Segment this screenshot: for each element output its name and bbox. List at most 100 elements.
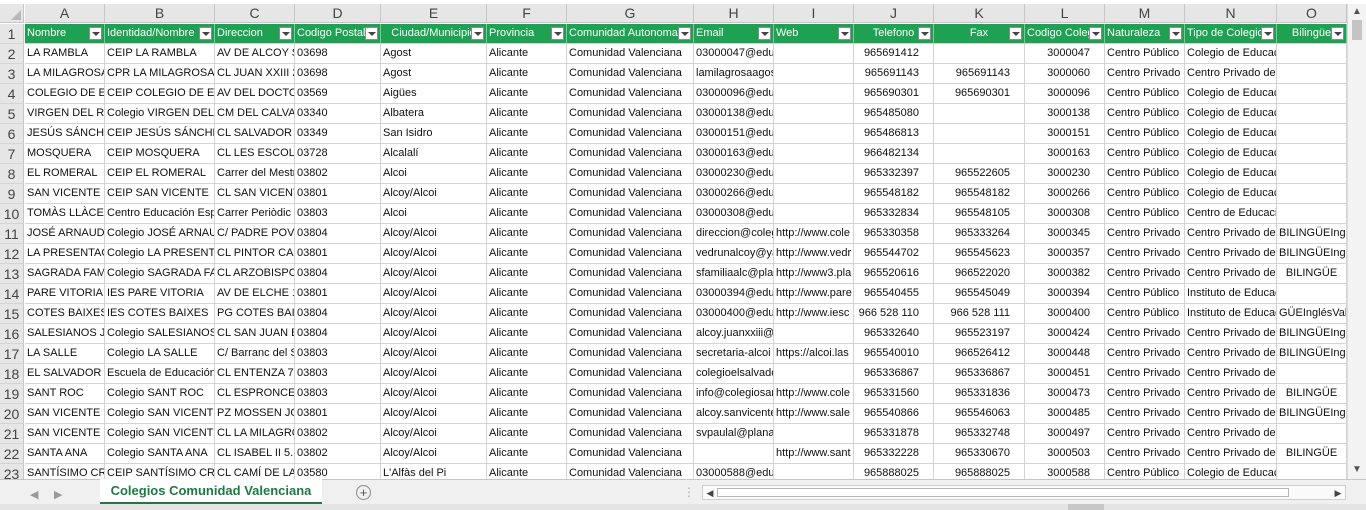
data-cell[interactable]: Colegio SAGRADA FAMILIA <box>105 264 215 284</box>
data-cell[interactable]: 965486813 <box>854 124 934 144</box>
data-cell[interactable] <box>774 424 854 444</box>
data-cell[interactable]: CEIP LA RAMBLA <box>105 44 215 64</box>
data-cell[interactable]: Alicante <box>487 384 567 404</box>
data-cell[interactable]: Centro Privado de Educación <box>1185 324 1277 344</box>
data-cell[interactable]: Alcoy/Alcoi <box>381 224 487 244</box>
data-cell[interactable]: Centro Público <box>1105 44 1185 64</box>
data-cell[interactable]: Centro Privado - Concertado <box>1105 64 1185 84</box>
data-cell[interactable]: SAN VICENTE FERRER <box>25 404 105 424</box>
header-cell[interactable]: Codigo Postal <box>295 24 381 44</box>
data-cell[interactable]: 03000163@edu.gva.es <box>694 144 774 164</box>
data-cell[interactable]: lamilagrosaagost@planalfa.es <box>694 64 774 84</box>
data-cell[interactable]: Comunidad Valenciana <box>567 324 694 344</box>
header-cell[interactable]: Ciudad/Municipio <box>381 24 487 44</box>
data-cell[interactable]: BILINGÜEInglés <box>1277 324 1347 344</box>
data-cell[interactable]: Aigües <box>381 84 487 104</box>
filter-dropdown-icon[interactable] <box>199 27 212 40</box>
data-cell[interactable]: VIRGEN DEL ROSARIO <box>25 104 105 124</box>
data-cell[interactable] <box>934 44 1025 64</box>
data-cell[interactable]: http://www.pare <box>774 284 854 304</box>
data-cell[interactable]: CL ESPRONCEDA 1 <box>215 384 295 404</box>
data-cell[interactable]: alcoy.sanvicente <box>694 404 774 424</box>
data-cell[interactable]: Agost <box>381 64 487 84</box>
data-cell[interactable]: 965332834 <box>854 204 934 224</box>
header-cell[interactable]: Web <box>774 24 854 44</box>
data-cell[interactable]: 3000138 <box>1025 104 1105 124</box>
data-cell[interactable]: 03340 <box>295 104 381 124</box>
row-header-21[interactable]: 21 <box>0 424 24 444</box>
header-cell[interactable]: Direccion <box>215 24 295 44</box>
column-header-l[interactable]: L <box>1025 4 1105 23</box>
data-cell[interactable] <box>1277 284 1347 304</box>
data-cell[interactable]: Colegio de Educación Primaria <box>1185 104 1277 124</box>
data-cell[interactable]: Colegio de Educación Infantil y Primaria <box>1185 124 1277 144</box>
data-cell[interactable]: 3000266 <box>1025 184 1105 204</box>
data-cell[interactable]: EL SALVADOR <box>25 364 105 384</box>
column-header-k[interactable]: K <box>934 4 1025 23</box>
scroll-left-icon[interactable]: ◀ <box>704 487 716 499</box>
data-cell[interactable]: 03698 <box>295 44 381 64</box>
header-cell[interactable]: Identidad/Nombre <box>105 24 215 44</box>
filter-dropdown-icon[interactable] <box>1089 27 1102 40</box>
data-cell[interactable]: 3000394 <box>1025 284 1105 304</box>
data-cell[interactable]: svpaulal@planalfa.es <box>694 424 774 444</box>
data-cell[interactable]: 965523197 <box>934 324 1025 344</box>
data-cell[interactable]: Centro Público <box>1105 184 1185 204</box>
data-cell[interactable]: PG COTES BAIXES <box>215 304 295 324</box>
data-cell[interactable]: Colegio SANTA ANA <box>105 444 215 464</box>
row-header-19[interactable]: 19 <box>0 384 24 404</box>
data-cell[interactable]: Centro Público <box>1105 284 1185 304</box>
data-cell[interactable]: secretaria-alcoi <box>694 344 774 364</box>
header-cell[interactable]: Email <box>694 24 774 44</box>
row-header-7[interactable]: 7 <box>0 144 24 164</box>
data-cell[interactable]: COLEGIO DE EDUCACIÓN <box>25 84 105 104</box>
data-cell[interactable]: Centro Público <box>1105 104 1185 124</box>
data-cell[interactable]: Colegio JOSÉ ARNAUDA <box>105 224 215 244</box>
data-cell[interactable]: 966 528 110 <box>854 304 934 324</box>
data-cell[interactable]: Centro de Educación Especial <box>1185 204 1277 224</box>
data-cell[interactable]: Centro Educación Especial <box>105 204 215 224</box>
row-header-22[interactable]: 22 <box>0 444 24 464</box>
data-cell[interactable]: 03569 <box>295 84 381 104</box>
data-cell[interactable]: PZ MOSSEN JOSEP <box>215 404 295 424</box>
data-cell[interactable]: vedrunalcoy@ya <box>694 244 774 264</box>
filter-dropdown-icon[interactable] <box>551 27 564 40</box>
data-cell[interactable]: 965691412 <box>854 44 934 64</box>
data-cell[interactable]: LA SALLE <box>25 344 105 364</box>
data-cell[interactable]: Alcoy/Alcoi <box>381 404 487 424</box>
data-cell[interactable]: Centro Privado de Educación Infantil <box>1185 364 1277 384</box>
data-cell[interactable]: 03804 <box>295 264 381 284</box>
data-cell[interactable]: Alicante <box>487 424 567 444</box>
data-cell[interactable]: CM DEL CALVARIO <box>215 104 295 124</box>
data-cell[interactable]: Comunidad Valenciana <box>567 224 694 244</box>
data-cell[interactable]: Colegio de Educación Infantil y Primaria <box>1185 44 1277 64</box>
data-cell[interactable]: BILINGÜE <box>1277 384 1347 404</box>
header-cell[interactable]: Tipo de Colegio <box>1185 24 1277 44</box>
data-cell[interactable]: Comunidad Valenciana <box>567 424 694 444</box>
data-cell[interactable]: Centro Público <box>1105 84 1185 104</box>
data-cell[interactable]: 03802 <box>295 164 381 184</box>
filter-dropdown-icon[interactable] <box>1009 27 1022 40</box>
data-cell[interactable] <box>774 204 854 224</box>
data-cell[interactable]: CL LA MILAGROSA <box>215 424 295 444</box>
data-cell[interactable]: 03000096@edu.gva.es <box>694 84 774 104</box>
data-cell[interactable]: Colegio SAN VICENTE FERRER <box>105 404 215 424</box>
data-cell[interactable] <box>1277 104 1347 124</box>
data-cell[interactable]: CL SAN JUAN BOSC <box>215 324 295 344</box>
header-cell[interactable]: Bilingüe <box>1277 24 1347 44</box>
data-cell[interactable]: direccion@colegio <box>694 224 774 244</box>
data-cell[interactable]: 03803 <box>295 364 381 384</box>
data-cell[interactable]: 03728 <box>295 144 381 164</box>
data-cell[interactable]: BILINGÜEInglés <box>1277 244 1347 264</box>
header-cell[interactable]: Codigo Colegio <box>1025 24 1105 44</box>
next-sheet-icon[interactable]: ▶ <box>54 488 62 501</box>
data-cell[interactable]: BILINGÜEInglés <box>1277 404 1347 424</box>
data-cell[interactable]: BILINGÜEInglés <box>1277 344 1347 364</box>
row-header-4[interactable]: 4 <box>0 84 24 104</box>
data-cell[interactable]: 965331878 <box>854 424 934 444</box>
data-cell[interactable]: IES COTES BAIXES <box>105 304 215 324</box>
data-cell[interactable]: Centro Público <box>1105 204 1185 224</box>
data-cell[interactable]: Alcoy/Alcoi <box>381 364 487 384</box>
data-cell[interactable]: Comunidad Valenciana <box>567 124 694 144</box>
filter-dropdown-icon[interactable] <box>1169 27 1182 40</box>
